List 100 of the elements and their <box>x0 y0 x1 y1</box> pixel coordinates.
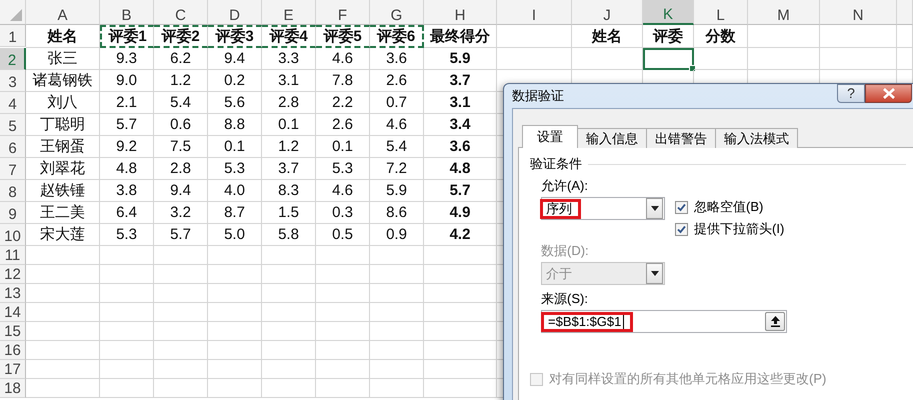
empty-cell[interactable] <box>316 379 370 398</box>
empty-cell[interactable] <box>748 25 820 48</box>
checkbox-option[interactable]: 提供下拉箭头(I) <box>675 221 784 237</box>
empty-cell[interactable] <box>262 303 316 322</box>
empty-cell[interactable] <box>370 303 424 322</box>
empty-cell[interactable] <box>370 360 424 379</box>
row-header[interactable]: 18 <box>0 379 26 398</box>
column-header[interactable]: H <box>424 0 497 25</box>
empty-cell[interactable] <box>497 48 572 70</box>
empty-cell[interactable] <box>316 322 370 341</box>
empty-cell[interactable] <box>424 322 497 341</box>
empty-cell[interactable] <box>262 284 316 303</box>
empty-cell[interactable] <box>370 265 424 284</box>
checkbox[interactable] <box>675 222 688 236</box>
row-header[interactable]: 7 <box>0 158 26 180</box>
row-header[interactable]: 10 <box>0 224 26 246</box>
checkbox-option[interactable]: 忽略空值(B) <box>675 199 784 215</box>
row-header[interactable]: 1 <box>0 25 26 47</box>
empty-cell[interactable] <box>316 341 370 360</box>
empty-cell[interactable] <box>370 284 424 303</box>
source-field[interactable]: =$B$1:$G$1 <box>541 310 787 333</box>
empty-cell[interactable] <box>316 246 370 265</box>
empty-cell[interactable] <box>208 303 262 322</box>
row-header[interactable]: 16 <box>0 341 26 360</box>
empty-cell[interactable] <box>262 246 316 265</box>
row-header[interactable]: 2 <box>0 48 26 70</box>
close-button[interactable] <box>865 84 912 102</box>
empty-cell[interactable] <box>154 360 208 379</box>
collapse-button[interactable] <box>765 312 785 331</box>
column-header[interactable] <box>897 0 913 25</box>
empty-cell[interactable] <box>424 246 497 265</box>
empty-cell[interactable] <box>154 246 208 265</box>
row-header[interactable]: 11 <box>0 246 26 265</box>
checkbox[interactable] <box>675 200 688 214</box>
empty-cell[interactable] <box>208 379 262 398</box>
empty-cell[interactable] <box>262 341 316 360</box>
empty-cell[interactable] <box>316 284 370 303</box>
column-header[interactable]: G <box>370 0 424 25</box>
empty-cell[interactable] <box>208 284 262 303</box>
empty-cell[interactable] <box>748 48 820 70</box>
empty-cell[interactable] <box>154 265 208 284</box>
empty-cell[interactable] <box>497 25 572 48</box>
table-cell[interactable] <box>643 48 694 70</box>
column-header[interactable]: C <box>154 0 208 25</box>
allow-dropdown[interactable]: 序列 <box>541 197 665 220</box>
empty-cell[interactable] <box>316 265 370 284</box>
row-header[interactable]: 9 <box>0 202 26 224</box>
empty-cell[interactable] <box>100 265 154 284</box>
empty-cell[interactable] <box>100 322 154 341</box>
column-header[interactable]: M <box>748 0 820 25</box>
empty-cell[interactable] <box>208 360 262 379</box>
empty-cell[interactable] <box>100 284 154 303</box>
empty-cell[interactable] <box>370 322 424 341</box>
row-header[interactable]: 17 <box>0 360 26 379</box>
empty-cell[interactable] <box>424 284 497 303</box>
column-header[interactable]: J <box>572 0 643 25</box>
row-header[interactable]: 5 <box>0 114 26 136</box>
dialog-tab[interactable]: 输入法模式 <box>715 128 798 148</box>
row-header[interactable]: 4 <box>0 92 26 114</box>
empty-cell[interactable] <box>820 25 897 48</box>
empty-cell[interactable] <box>208 322 262 341</box>
empty-cell[interactable] <box>316 303 370 322</box>
select-all-corner[interactable] <box>0 0 26 25</box>
column-header[interactable]: F <box>316 0 370 25</box>
row-header[interactable]: 6 <box>0 136 26 158</box>
empty-cell[interactable] <box>154 379 208 398</box>
empty-cell[interactable] <box>100 360 154 379</box>
empty-cell[interactable] <box>424 303 497 322</box>
column-header[interactable]: N <box>820 0 897 25</box>
empty-cell[interactable] <box>370 341 424 360</box>
empty-cell[interactable] <box>208 265 262 284</box>
empty-cell[interactable] <box>424 379 497 398</box>
empty-cell[interactable] <box>424 265 497 284</box>
empty-cell[interactable] <box>154 284 208 303</box>
dialog-tab[interactable]: 出错警告 <box>646 128 716 148</box>
column-header[interactable]: I <box>497 0 572 25</box>
help-button[interactable]: ? <box>837 84 865 102</box>
empty-cell[interactable] <box>100 379 154 398</box>
column-header[interactable]: A <box>26 0 100 25</box>
empty-cell[interactable] <box>208 246 262 265</box>
dialog-tab[interactable]: 输入信息 <box>577 128 647 148</box>
row-header[interactable]: 12 <box>0 265 26 284</box>
empty-cell[interactable] <box>316 360 370 379</box>
row-header[interactable]: 8 <box>0 180 26 202</box>
empty-cell[interactable] <box>424 360 497 379</box>
dialog-tab[interactable]: 设置 <box>522 125 578 148</box>
empty-cell[interactable] <box>370 246 424 265</box>
column-header[interactable]: E <box>262 0 316 25</box>
empty-cell[interactable] <box>262 360 316 379</box>
empty-cell[interactable] <box>262 265 316 284</box>
empty-cell[interactable] <box>100 246 154 265</box>
column-header[interactable]: B <box>100 0 154 25</box>
empty-cell[interactable] <box>100 341 154 360</box>
row-header[interactable]: 3 <box>0 70 26 92</box>
empty-cell[interactable] <box>424 341 497 360</box>
row-header[interactable]: 13 <box>0 284 26 303</box>
empty-cell[interactable] <box>154 341 208 360</box>
row-header[interactable]: 14 <box>0 303 26 322</box>
empty-cell[interactable] <box>370 379 424 398</box>
column-header[interactable]: D <box>208 0 262 25</box>
